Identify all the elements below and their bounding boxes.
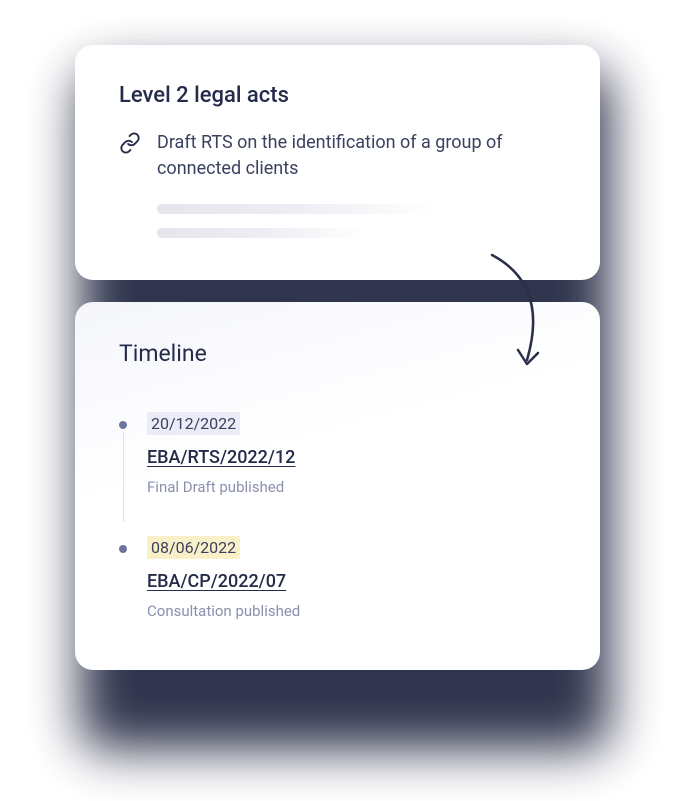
timeline-item: 20/12/2022 EBA/RTS/2022/12 Final Draft pub… — [119, 412, 556, 496]
timeline-connector — [123, 432, 124, 522]
legal-acts-title: Level 2 legal acts — [119, 83, 556, 108]
timeline-dot-icon — [119, 545, 127, 553]
skeleton-line — [157, 228, 367, 238]
timeline-doc-ref[interactable]: EBA/RTS/2022/12 — [147, 447, 556, 468]
connector-arrow-icon — [477, 250, 567, 380]
legal-act-link-text: Draft RTS on the identification of a gro… — [157, 130, 556, 182]
timeline-list: 20/12/2022 EBA/RTS/2022/12 Final Draft pub… — [119, 412, 556, 620]
skeleton-line — [157, 204, 437, 214]
link-icon — [119, 132, 141, 154]
timeline-status: Final Draft published — [147, 478, 556, 496]
timeline-status: Consultation published — [147, 602, 556, 620]
timeline-doc-ref[interactable]: EBA/CP/2022/07 — [147, 571, 556, 592]
timeline-date-badge: 08/06/2022 — [147, 536, 240, 559]
timeline-date-badge: 20/12/2022 — [147, 412, 240, 435]
timeline-item: 08/06/2022 EBA/CP/2022/07 Consultation pub… — [119, 536, 556, 620]
timeline-dot-icon — [119, 421, 127, 429]
legal-acts-card: Level 2 legal acts Draft RTS on the iden… — [75, 45, 600, 280]
legal-act-link-row[interactable]: Draft RTS on the identification of a gro… — [119, 130, 556, 182]
skeleton-placeholder — [119, 204, 556, 238]
